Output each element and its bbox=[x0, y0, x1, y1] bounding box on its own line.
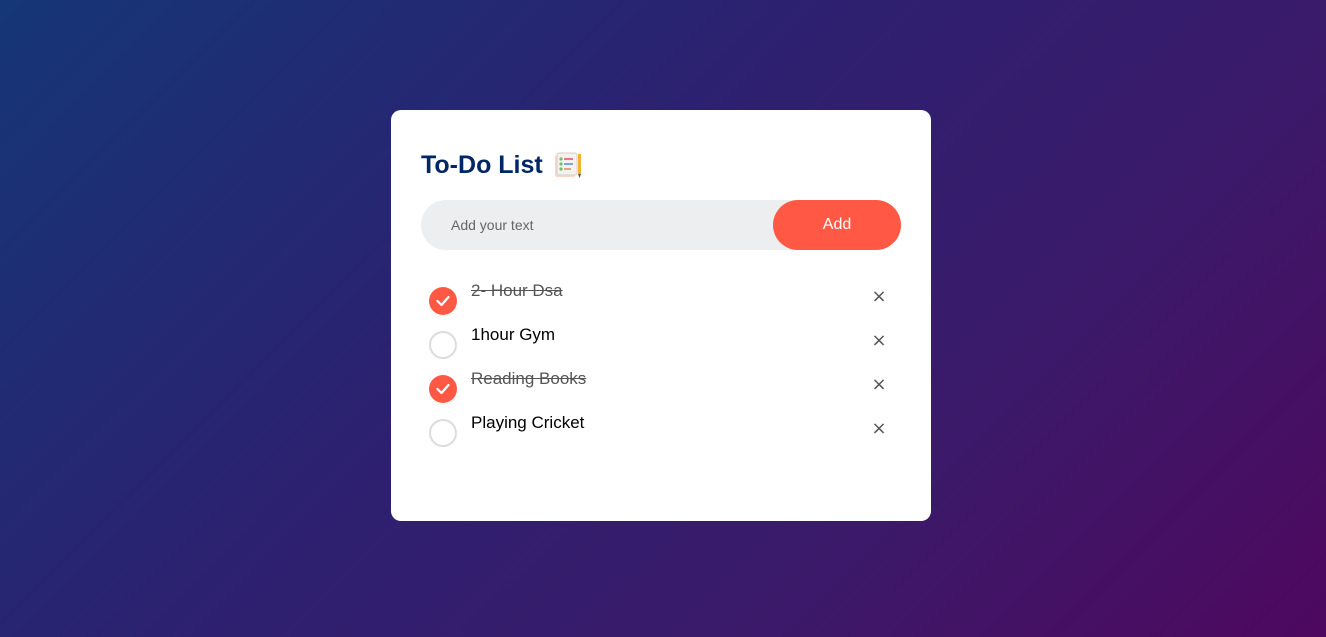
task-label: 1hour Gym bbox=[471, 325, 556, 344]
task-label: Reading Books bbox=[471, 369, 587, 388]
add-task-row: Add bbox=[421, 200, 901, 250]
task-list: 2- Hour Dsa × 1hour Gym × Reading Books × Play… bbox=[421, 275, 901, 451]
task-item[interactable]: Reading Books × bbox=[421, 363, 901, 407]
remove-task-icon[interactable]: × bbox=[869, 287, 889, 307]
task-label: 2- Hour Dsa bbox=[471, 281, 563, 300]
add-button[interactable]: Add bbox=[773, 200, 901, 250]
remove-task-icon[interactable]: × bbox=[869, 419, 889, 439]
task-item[interactable]: 2- Hour Dsa × bbox=[421, 275, 901, 319]
unchecked-circle-icon[interactable] bbox=[429, 419, 457, 447]
remove-task-icon[interactable]: × bbox=[869, 375, 889, 395]
todo-app-card: To-Do List Add 2- Hour Dsa×1hour Gym×Rea… bbox=[391, 110, 931, 521]
app-title: To-Do List bbox=[421, 150, 543, 179]
remove-task-icon[interactable]: × bbox=[869, 331, 889, 351]
task-item[interactable]: 1hour Gym × bbox=[421, 319, 901, 363]
unchecked-circle-icon[interactable] bbox=[429, 331, 457, 359]
title-row: To-Do List bbox=[421, 150, 901, 180]
task-input[interactable] bbox=[421, 207, 773, 243]
checked-circle-icon[interactable] bbox=[429, 375, 457, 403]
task-label: Playing Cricket bbox=[471, 413, 585, 432]
checked-circle-icon[interactable] bbox=[429, 287, 457, 315]
notepad-checklist-icon bbox=[553, 151, 583, 179]
task-item[interactable]: Playing Cricket × bbox=[421, 407, 901, 451]
